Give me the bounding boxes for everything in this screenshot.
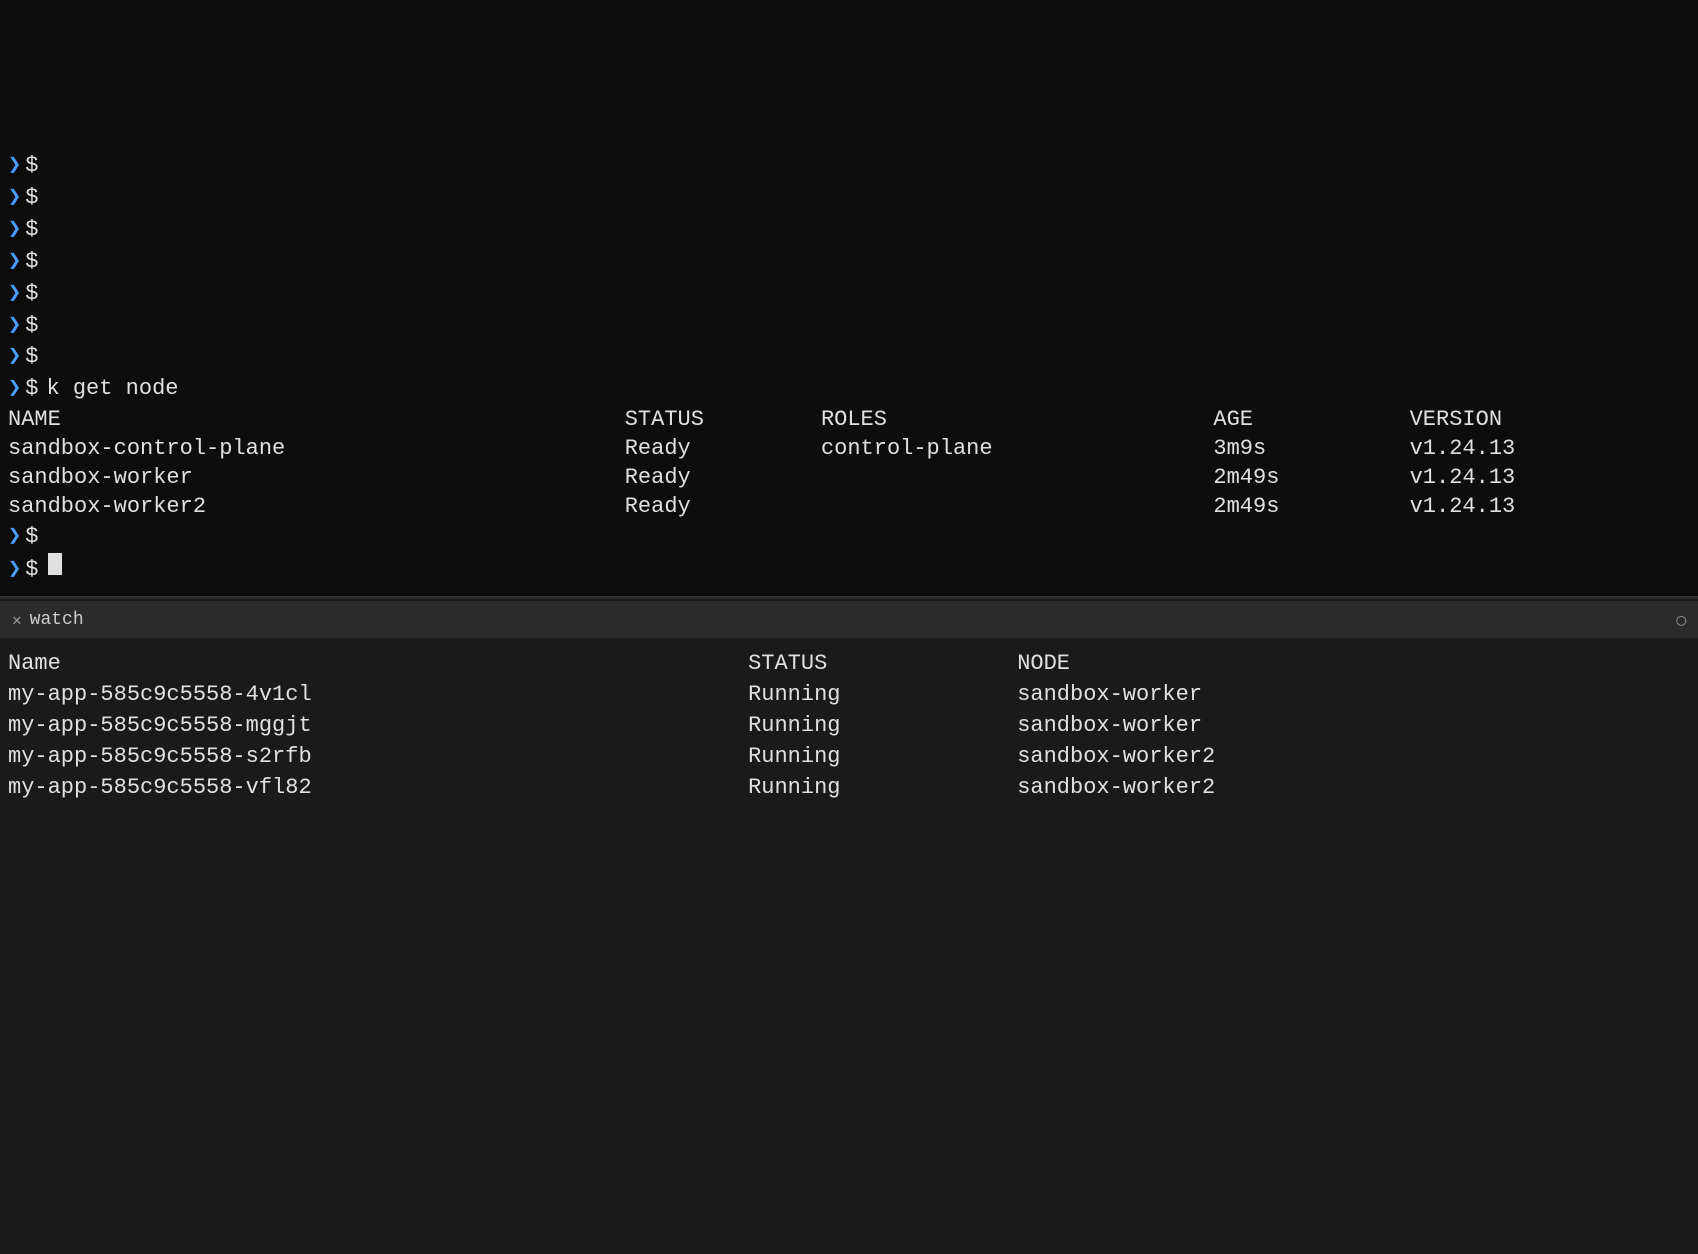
node-status-0: Ready (625, 434, 821, 463)
pod-col-header-name: Name (8, 648, 748, 679)
empty-prompt-2: ❯ $ (0, 182, 1698, 214)
pod-table: Name STATUS NODE my-app-585c9c5558-4v1cl… (8, 648, 1690, 803)
prompt-arrow-cmd: ❯ (8, 373, 21, 405)
prompt-arrow-4: ❯ (8, 246, 21, 278)
prompt-dollar-after: $ (25, 521, 38, 553)
node-version-2: v1.24.13 (1410, 492, 1690, 521)
prompt-arrow-3: ❯ (8, 214, 21, 246)
empty-prompt-4: ❯ $ (0, 246, 1698, 278)
pod-node-2: sandbox-worker2 (1017, 741, 1690, 772)
pod-table-header-row: Name STATUS NODE (8, 648, 1690, 679)
node-name-1: sandbox-worker (8, 463, 625, 492)
pod-status-3: Running (748, 772, 1017, 803)
pod-node-3: sandbox-worker2 (1017, 772, 1690, 803)
node-name-0: sandbox-control-plane (8, 434, 625, 463)
pod-node-0: sandbox-worker (1017, 679, 1690, 710)
prompt-dollar-cursor: $ (25, 554, 38, 586)
prompt-arrow-2: ❯ (8, 182, 21, 214)
list-item: my-app-585c9c5558-vfl82 Running sandbox-… (8, 772, 1690, 803)
list-item: my-app-585c9c5558-mggjt Running sandbox-… (8, 710, 1690, 741)
prompt-dollar-5: $ (25, 278, 38, 310)
col-header-name: NAME (8, 405, 625, 434)
command-line: ❯ $ k get node (0, 373, 1698, 405)
list-item: my-app-585c9c5558-s2rfb Running sandbox-… (8, 741, 1690, 772)
pod-status-2: Running (748, 741, 1017, 772)
terminal-top: ❯ $ ❯ $ ❯ $ ❯ $ ❯ $ ❯ $ ❯ $ ❯ $ k get no… (0, 0, 1698, 596)
watch-panel: Name STATUS NODE my-app-585c9c5558-4v1cl… (0, 638, 1698, 1254)
tab-right-button[interactable]: ◯ (1676, 610, 1686, 630)
node-age-1: 2m49s (1213, 463, 1409, 492)
cursor-line[interactable]: ❯ $ (0, 553, 1698, 586)
pod-status-0: Running (748, 679, 1017, 710)
prompt-dollar-6: $ (25, 310, 38, 342)
tab-bar: ✕ watch ◯ (0, 600, 1698, 638)
prompt-dollar-3: $ (25, 214, 38, 246)
node-name-2: sandbox-worker2 (8, 492, 625, 521)
node-version-0: v1.24.13 (1410, 434, 1690, 463)
prompt-arrow-5: ❯ (8, 278, 21, 310)
col-header-version: VERSION (1410, 405, 1690, 434)
terminal-cursor (48, 553, 62, 575)
node-roles-1 (821, 463, 1213, 492)
col-header-status: STATUS (625, 405, 821, 434)
table-row: sandbox-control-plane Ready control-plan… (8, 434, 1690, 463)
prompt-arrow-after: ❯ (8, 521, 21, 553)
pod-name-3: my-app-585c9c5558-vfl82 (8, 772, 748, 803)
pod-col-header-status: STATUS (748, 648, 1017, 679)
pod-node-1: sandbox-worker (1017, 710, 1690, 741)
lower-section: ✕ watch ◯ Name STATUS NODE my-app-585c9c… (0, 600, 1698, 1254)
prompt-dollar-2: $ (25, 182, 38, 214)
list-item: my-app-585c9c5558-4v1cl Running sandbox-… (8, 679, 1690, 710)
command-text: k get node (46, 373, 178, 405)
node-table: NAME STATUS ROLES AGE VERSION sandbox-co… (8, 405, 1690, 521)
prompt-arrow: ❯ (8, 150, 21, 182)
node-roles-2 (821, 492, 1213, 521)
col-header-age: AGE (1213, 405, 1409, 434)
node-status-2: Ready (625, 492, 821, 521)
tab-label: watch (30, 610, 84, 630)
prompt-arrow-cursor: ❯ (8, 554, 21, 586)
node-roles-0: control-plane (821, 434, 1213, 463)
empty-prompt-3: ❯ $ (0, 214, 1698, 246)
empty-prompt-1: ❯ $ (0, 150, 1698, 182)
node-status-1: Ready (625, 463, 821, 492)
pod-name-2: my-app-585c9c5558-s2rfb (8, 741, 748, 772)
terminal-output: NAME STATUS ROLES AGE VERSION sandbox-co… (0, 405, 1698, 521)
prompt-dollar: $ (25, 150, 38, 182)
after-prompt-1: ❯ $ (0, 521, 1698, 553)
table-row: sandbox-worker2 Ready 2m49s v1.24.13 (8, 492, 1690, 521)
empty-prompt-5: ❯ $ (0, 278, 1698, 310)
pod-name-1: my-app-585c9c5558-mggjt (8, 710, 748, 741)
node-age-2: 2m49s (1213, 492, 1409, 521)
pod-col-header-node: NODE (1017, 648, 1690, 679)
prompt-arrow-7: ❯ (8, 341, 21, 373)
empty-prompt-6: ❯ $ (0, 310, 1698, 342)
node-version-1: v1.24.13 (1410, 463, 1690, 492)
table-row: sandbox-worker Ready 2m49s v1.24.13 (8, 463, 1690, 492)
pod-status-1: Running (748, 710, 1017, 741)
tab-close-icon[interactable]: ✕ (12, 610, 22, 630)
empty-prompt-7: ❯ $ (0, 341, 1698, 373)
node-age-0: 3m9s (1213, 434, 1409, 463)
prompt-dollar-cmd: $ (25, 373, 38, 405)
prompt-arrow-6: ❯ (8, 310, 21, 342)
table-header-row: NAME STATUS ROLES AGE VERSION (8, 405, 1690, 434)
col-header-roles: ROLES (821, 405, 1213, 434)
prompt-dollar-7: $ (25, 341, 38, 373)
prompt-dollar-4: $ (25, 246, 38, 278)
pod-name-0: my-app-585c9c5558-4v1cl (8, 679, 748, 710)
